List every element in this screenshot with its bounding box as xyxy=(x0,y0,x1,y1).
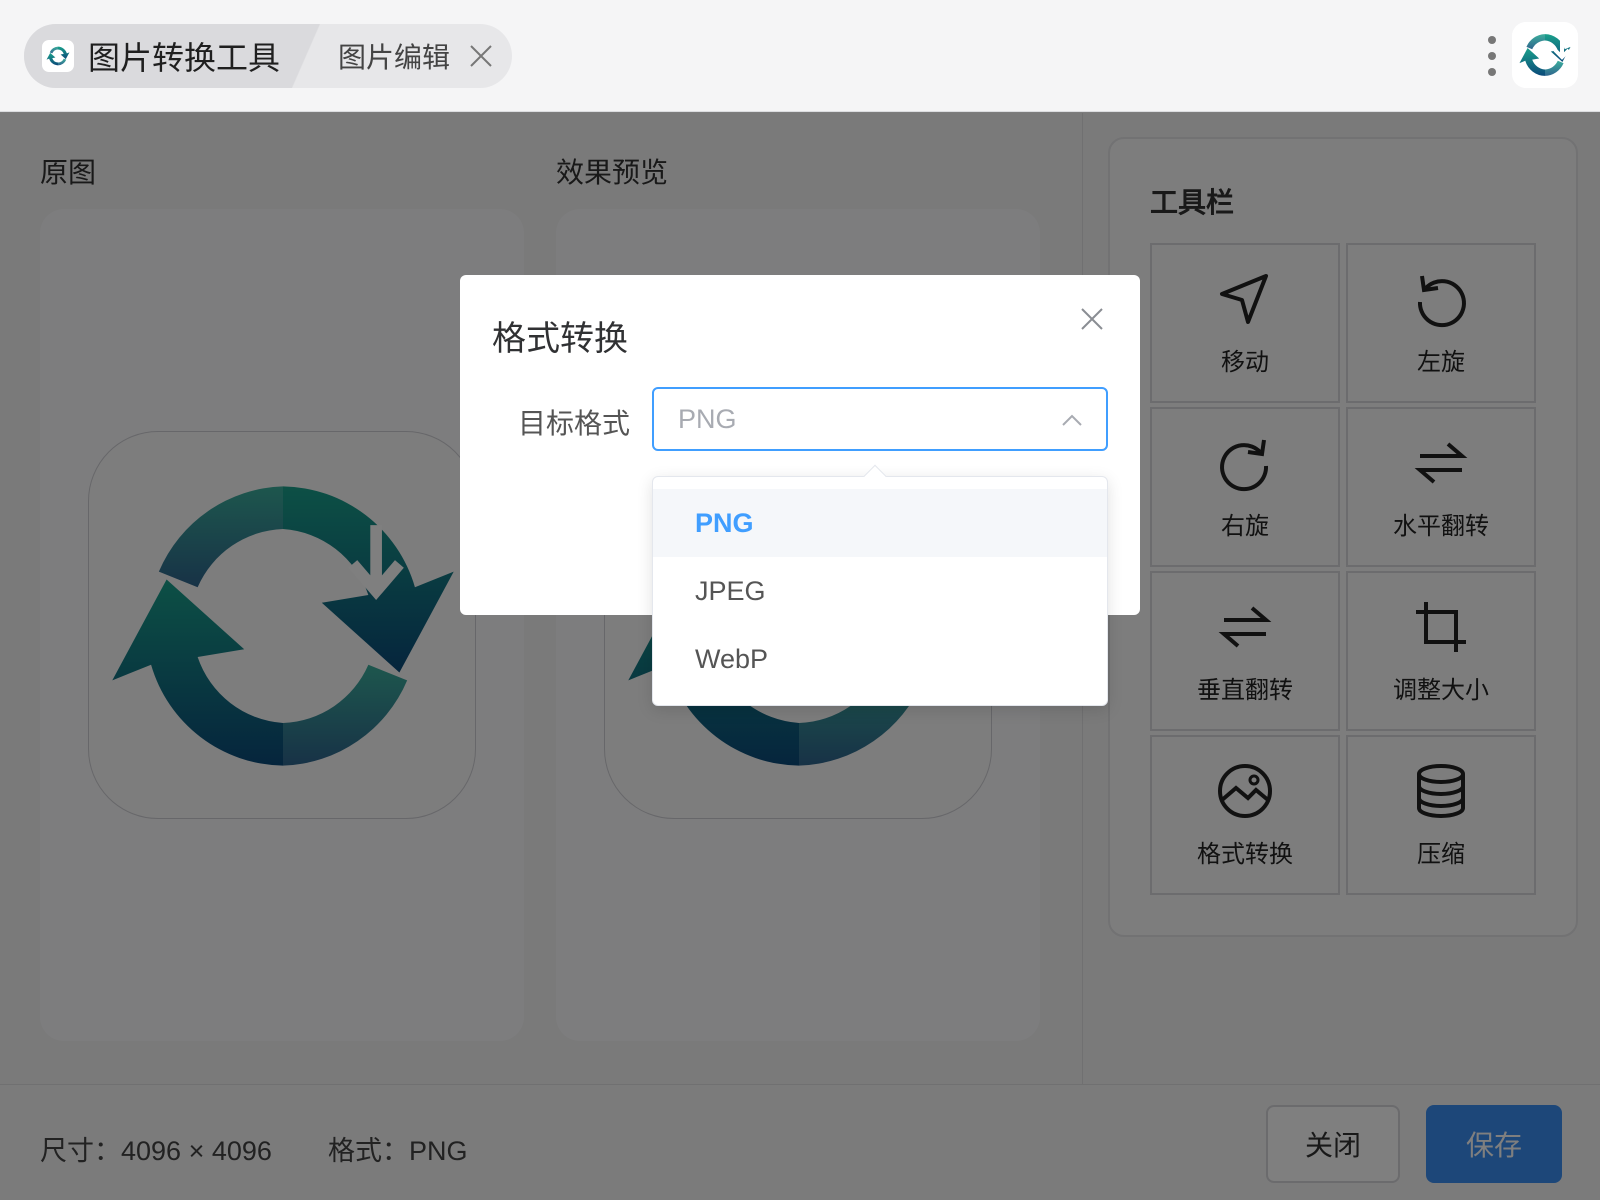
option-webp[interactable]: WebP xyxy=(653,625,1107,693)
app-logo-icon xyxy=(1512,22,1578,88)
tab-label: 图片转换工具 xyxy=(88,40,281,76)
format-dropdown: PNG JPEG WebP xyxy=(652,464,1108,706)
tab-image-converter[interactable]: 图片转换工具 xyxy=(24,24,321,88)
close-icon[interactable] xyxy=(468,43,494,69)
select-value: PNG xyxy=(678,404,737,434)
title-bar: 图片转换工具 图片编辑 xyxy=(0,0,1600,112)
target-format-select[interactable]: PNG xyxy=(652,387,1108,451)
tab-image-editor[interactable]: 图片编辑 xyxy=(306,24,512,88)
option-jpeg[interactable]: JPEG xyxy=(653,557,1107,625)
dialog-title: 格式转换 xyxy=(492,320,628,358)
chevron-up-icon xyxy=(1062,414,1082,426)
tab-label: 图片编辑 xyxy=(338,42,451,73)
app-logo-icon xyxy=(42,40,74,72)
tab-strip: 图片转换工具 图片编辑 xyxy=(24,24,513,88)
target-format-label: 目标格式 xyxy=(518,408,631,439)
more-vertical-icon[interactable] xyxy=(1484,34,1500,78)
option-png[interactable]: PNG xyxy=(653,489,1107,557)
close-icon[interactable] xyxy=(1078,305,1106,333)
